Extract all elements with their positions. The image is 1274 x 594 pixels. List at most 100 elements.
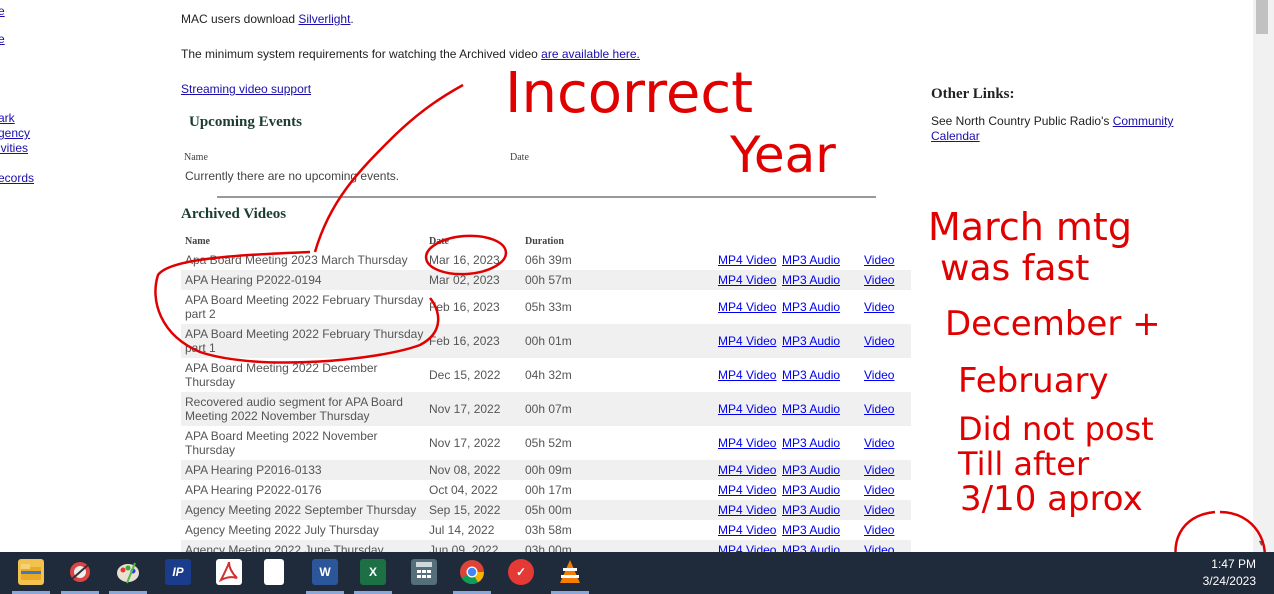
video-link[interactable]: Video — [864, 503, 894, 517]
mp3-audio-link[interactable]: MP3 Audio — [782, 463, 840, 477]
mp4-video-link[interactable]: MP4 Video — [718, 253, 776, 267]
video-link[interactable]: Video — [864, 273, 894, 287]
mp3-audio-link[interactable]: MP3 Audio — [782, 523, 840, 537]
archived-col-date: Date — [429, 236, 449, 247]
excel-icon[interactable]: X — [360, 559, 386, 585]
video-link[interactable]: Video — [864, 523, 894, 537]
video-duration: 00h 17m — [525, 483, 572, 497]
scrollbar-thumb[interactable] — [1256, 0, 1268, 34]
video-link[interactable]: Video — [864, 543, 894, 552]
video-duration: 03h 00m — [525, 543, 572, 552]
table-row: APA Board Meeting 2022 February Thursday… — [181, 290, 911, 324]
snipping-tool-icon[interactable] — [67, 559, 93, 585]
video-duration: 03h 58m — [525, 523, 572, 537]
mp4-video-link[interactable]: MP4 Video — [718, 503, 776, 517]
taskbar: IP W X ✓ 1:47 PM 3/24/2023 — [0, 552, 1274, 594]
mp4-video-link[interactable]: MP4 Video — [718, 436, 776, 450]
ip-app-icon[interactable]: IP — [165, 559, 191, 585]
mp3-audio-link[interactable]: MP3 Audio — [782, 253, 840, 267]
mp3-audio-link[interactable]: MP3 Audio — [782, 273, 840, 287]
video-date: Dec 15, 2022 — [429, 368, 501, 382]
video-link[interactable]: Video — [864, 253, 894, 267]
table-row: Apa Board Meeting 2023 March Thursday Ma… — [181, 250, 911, 270]
video-date: Sep 15, 2022 — [429, 503, 501, 517]
video-link[interactable]: Video — [864, 483, 894, 497]
sidebar-fragment[interactable]: ecords — [0, 171, 34, 185]
mp4-video-link[interactable]: MP4 Video — [718, 402, 776, 416]
todo-check-icon[interactable]: ✓ — [508, 559, 534, 585]
right-column: Other Links: See North Country Public Ra… — [931, 0, 1191, 552]
table-row: APA Hearing P2022-0176 Oct 04, 2022 00h … — [181, 480, 911, 500]
mp3-audio-link[interactable]: MP3 Audio — [782, 368, 840, 382]
video-duration: 00h 09m — [525, 463, 572, 477]
file-explorer-icon[interactable] — [18, 559, 44, 585]
video-date: Nov 17, 2022 — [429, 402, 501, 416]
video-link[interactable]: Video — [864, 436, 894, 450]
video-link[interactable]: Video — [864, 463, 894, 477]
vlc-icon[interactable] — [557, 559, 583, 585]
document-icon[interactable] — [264, 559, 284, 585]
video-link[interactable]: Video — [864, 402, 894, 416]
table-row: APA Board Meeting 2022 February Thursday… — [181, 324, 911, 358]
requirements-link[interactable]: are available here. — [541, 47, 640, 61]
video-name: APA Hearing P2016-0133 — [185, 463, 322, 477]
mp4-video-link[interactable]: MP4 Video — [718, 523, 776, 537]
word-icon[interactable]: W — [312, 559, 338, 585]
scroll-down-arrow-icon[interactable]: ▼ — [1257, 538, 1266, 548]
mp3-audio-link[interactable]: MP3 Audio — [782, 402, 840, 416]
upcoming-col-date: Date — [510, 152, 529, 163]
video-date: Mar 16, 2023 — [429, 253, 500, 267]
table-row: APA Board Meeting 2022 December Thursday… — [181, 358, 911, 392]
sidebar-fragment[interactable]: gency — [0, 126, 30, 140]
video-link[interactable]: Video — [864, 300, 894, 314]
mp4-video-link[interactable]: MP4 Video — [718, 543, 776, 552]
video-name: APA Hearing P2022-0176 — [185, 483, 322, 497]
clock-date: 3/24/2023 — [1202, 574, 1256, 588]
video-name: APA Board Meeting 2022 February Thursday… — [185, 327, 424, 355]
mp3-audio-link[interactable]: MP3 Audio — [782, 503, 840, 517]
silverlight-link[interactable]: Silverlight — [298, 12, 350, 26]
paint-icon[interactable] — [115, 559, 141, 585]
video-name: APA Hearing P2022-0194 — [185, 273, 322, 287]
streaming-support: Streaming video support — [181, 82, 311, 96]
video-duration: 00h 01m — [525, 334, 572, 348]
calculator-icon[interactable] — [411, 559, 437, 585]
video-name: APA Board Meeting 2022 December Thursday — [185, 361, 378, 389]
video-date: Jul 14, 2022 — [429, 523, 495, 537]
mp4-video-link[interactable]: MP4 Video — [718, 483, 776, 497]
mp3-audio-link[interactable]: MP3 Audio — [782, 300, 840, 314]
video-link[interactable]: Video — [864, 334, 894, 348]
requirements-text: The minimum system requirements for watc… — [181, 47, 640, 61]
other-links-heading: Other Links: — [931, 86, 1015, 102]
mp3-audio-link[interactable]: MP3 Audio — [782, 543, 840, 552]
video-date: Feb 16, 2023 — [429, 334, 500, 348]
mp3-audio-link[interactable]: MP3 Audio — [782, 334, 840, 348]
mp4-video-link[interactable]: MP4 Video — [718, 334, 776, 348]
sidebar-fragment[interactable]: e — [0, 32, 5, 46]
video-name: Agency Meeting 2022 September Thursday — [185, 503, 417, 517]
video-duration: 06h 39m — [525, 253, 572, 267]
mp4-video-link[interactable]: MP4 Video — [718, 368, 776, 382]
mp4-video-link[interactable]: MP4 Video — [718, 273, 776, 287]
mp3-audio-link[interactable]: MP3 Audio — [782, 436, 840, 450]
archived-col-duration: Duration — [525, 236, 564, 247]
archived-videos-heading: Archived Videos — [181, 206, 287, 222]
system-clock[interactable]: 1:47 PM 3/24/2023 — [1203, 556, 1256, 590]
video-duration: 00h 07m — [525, 402, 572, 416]
acrobat-icon[interactable] — [216, 559, 242, 585]
video-name: Apa Board Meeting 2023 March Thursday — [185, 253, 408, 267]
video-name: Agency Meeting 2022 June Thursday — [185, 543, 384, 552]
chrome-icon[interactable] — [459, 559, 485, 585]
mp3-audio-link[interactable]: MP3 Audio — [782, 483, 840, 497]
video-duration: 04h 32m — [525, 368, 572, 382]
video-link[interactable]: Video — [864, 368, 894, 382]
sidebar-fragment[interactable]: ivities — [0, 141, 28, 155]
sidebar-fragment[interactable]: ark — [0, 111, 15, 125]
table-row: APA Hearing P2016-0133 Nov 08, 2022 00h … — [181, 460, 911, 480]
table-row: Agency Meeting 2022 July Thursday Jul 14… — [181, 520, 911, 540]
sidebar-fragment[interactable]: e — [0, 4, 5, 18]
vertical-scrollbar[interactable]: ▼ — [1253, 0, 1274, 552]
streaming-support-link[interactable]: Streaming video support — [181, 82, 311, 96]
mp4-video-link[interactable]: MP4 Video — [718, 300, 776, 314]
mp4-video-link[interactable]: MP4 Video — [718, 463, 776, 477]
